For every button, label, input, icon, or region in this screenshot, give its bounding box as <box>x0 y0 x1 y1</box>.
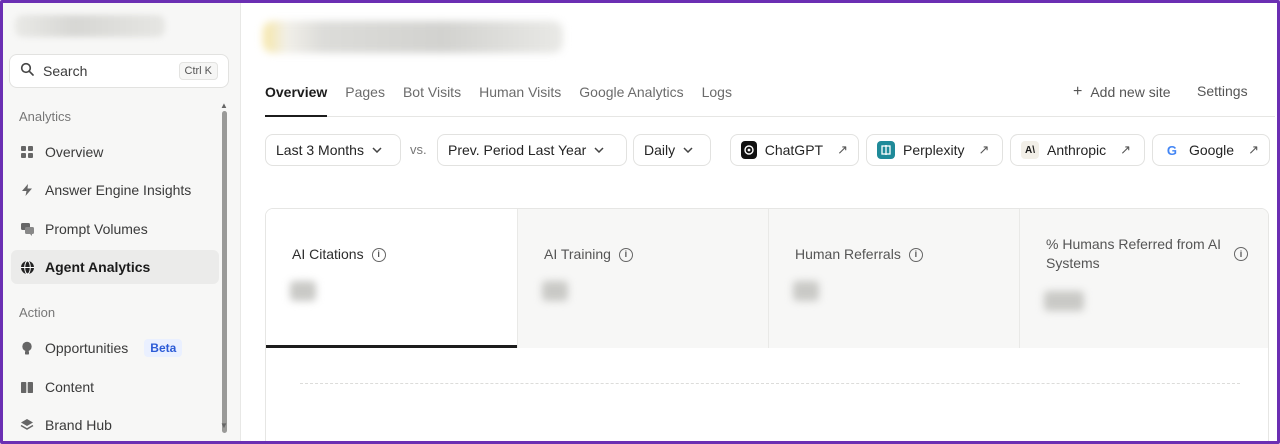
info-icon[interactable]: i <box>908 247 923 262</box>
search-label: Search <box>43 63 88 79</box>
metric-value-blurred <box>290 281 316 301</box>
chevron-down-icon <box>594 145 604 156</box>
metric-tab-human-referrals[interactable]: Human Referrals i <box>768 209 1019 348</box>
google-icon: G <box>1163 141 1181 159</box>
main-content: Overview Pages Bot Visits Human Visits G… <box>241 3 1277 441</box>
sidebar-item-label: Opportunities <box>45 340 129 356</box>
tab-google-analytics[interactable]: Google Analytics <box>579 81 683 117</box>
lightbulb-icon <box>19 340 35 356</box>
search-shortcut: Ctrl K <box>178 62 218 80</box>
metrics-card: AI Citations i AI Training i Human Refer… <box>265 208 1269 441</box>
tab-logs[interactable]: Logs <box>702 81 732 117</box>
info-icon[interactable]: i <box>1234 247 1248 261</box>
grid-icon <box>19 144 35 160</box>
section-action: Action <box>19 305 56 320</box>
external-link-icon: ↗ <box>1120 142 1132 157</box>
chat-icon <box>19 221 35 237</box>
chatgpt-link[interactable]: ChatGPT ↗ <box>730 134 859 166</box>
scroll-up-icon[interactable]: ▲ <box>220 101 228 110</box>
sidebar-item-label: Agent Analytics <box>45 259 151 275</box>
tab-bot-visits[interactable]: Bot Visits <box>403 81 461 117</box>
info-icon[interactable]: i <box>371 247 386 262</box>
app-window: Search Ctrl K Analytics Overview Answer … <box>0 0 1280 444</box>
metric-title: AI Citations <box>292 246 364 262</box>
date-range-select[interactable]: Last 3 Months <box>265 134 401 166</box>
sidebar-item-opportunities[interactable]: Opportunities Beta <box>11 331 219 365</box>
vs-label: vs. <box>410 142 427 157</box>
chart-gridline <box>300 383 1240 384</box>
anthropic-link[interactable]: A\ Anthropic ↗ <box>1010 134 1145 166</box>
sidebar-item-label: Answer Engine Insights <box>45 182 192 198</box>
globe-icon <box>19 259 35 275</box>
chevron-down-icon <box>683 145 693 156</box>
section-analytics: Analytics <box>19 109 72 124</box>
settings-link[interactable]: Settings <box>1197 83 1248 99</box>
sidebar-item-answer-engine-insights[interactable]: Answer Engine Insights <box>11 173 219 207</box>
metric-value-blurred <box>793 281 819 301</box>
metric-tab-ai-training[interactable]: AI Training i <box>517 209 768 348</box>
metric-label: % Humans Referred from AI Systems i <box>1046 235 1266 273</box>
compare-period-select[interactable]: Prev. Period Last Year <box>437 134 627 166</box>
metric-label: AI Training i <box>544 245 633 264</box>
tab-pages[interactable]: Pages <box>345 81 385 117</box>
add-new-site-label: Add new site <box>1090 84 1171 100</box>
sidebar-item-label: Brand Hub <box>45 417 112 433</box>
sidebar-item-label: Content <box>45 379 95 395</box>
add-new-site-button[interactable]: + Add new site <box>1073 83 1171 101</box>
workspace-logo-blurred[interactable] <box>15 15 165 37</box>
sidebar-scrollbar[interactable] <box>222 111 227 433</box>
chatgpt-icon <box>741 141 757 159</box>
sidebar-item-content[interactable]: Content <box>11 370 219 404</box>
bolt-icon <box>19 182 35 198</box>
anthropic-icon: A\ <box>1021 141 1039 159</box>
metric-value-blurred <box>1044 291 1084 311</box>
compare-period-value: Prev. Period Last Year <box>448 142 587 158</box>
anthropic-label: Anthropic <box>1047 142 1107 158</box>
layers-icon <box>19 417 35 433</box>
perplexity-label: Perplexity <box>903 142 965 158</box>
perplexity-icon <box>877 141 895 159</box>
sidebar-item-agent-analytics[interactable]: Agent Analytics <box>11 250 219 284</box>
sidebar-item-prompt-volumes[interactable]: Prompt Volumes <box>11 212 219 246</box>
chevron-down-icon <box>372 145 382 156</box>
metric-label: AI Citations i <box>292 245 386 264</box>
site-name-blurred <box>263 21 563 53</box>
external-link-icon: ↗ <box>837 142 848 157</box>
perplexity-link[interactable]: Perplexity ↗ <box>866 134 1003 166</box>
sidebar-item-label: Overview <box>45 144 104 160</box>
sidebar-item-overview[interactable]: Overview <box>11 135 219 169</box>
external-link-icon: ↗ <box>978 142 990 157</box>
tab-overview[interactable]: Overview <box>265 81 328 117</box>
metric-value-blurred <box>542 281 568 301</box>
sidebar: Search Ctrl K Analytics Overview Answer … <box>3 3 241 441</box>
metric-tab-humans-referred-from-ai[interactable]: % Humans Referred from AI Systems i <box>1019 209 1268 348</box>
tab-human-visits[interactable]: Human Visits <box>479 81 561 117</box>
info-icon[interactable]: i <box>618 247 633 262</box>
google-link[interactable]: G Google ↗ <box>1152 134 1270 166</box>
search-icon <box>20 62 34 81</box>
metric-label: Human Referrals i <box>795 245 923 264</box>
metric-title: AI Training <box>544 246 611 262</box>
scroll-down-icon[interactable]: ▼ <box>220 421 228 430</box>
beta-badge: Beta <box>144 339 183 357</box>
plus-icon: + <box>1073 83 1083 100</box>
external-link-icon: ↗ <box>1248 142 1259 157</box>
search-button[interactable]: Search Ctrl K <box>9 54 229 88</box>
metric-title: % Humans Referred from AI Systems <box>1046 236 1222 271</box>
book-icon <box>19 379 35 395</box>
chatgpt-label: ChatGPT <box>764 142 824 158</box>
metric-tab-ai-citations[interactable]: AI Citations i <box>266 209 517 348</box>
sidebar-item-label: Prompt Volumes <box>45 221 148 237</box>
sidebar-item-brand-hub[interactable]: Brand Hub <box>11 408 219 441</box>
metric-title: Human Referrals <box>795 246 901 262</box>
granularity-value: Daily <box>644 142 676 158</box>
granularity-select[interactable]: Daily <box>633 134 711 166</box>
date-range-value: Last 3 Months <box>276 142 364 158</box>
google-label: Google <box>1188 142 1235 158</box>
